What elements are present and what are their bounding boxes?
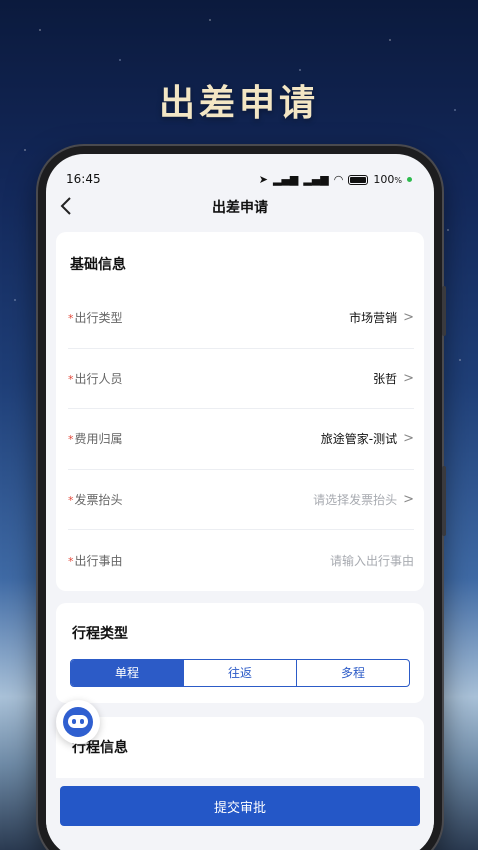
form-row-value[interactable]: 张哲 > <box>373 370 414 387</box>
status-time: 16:45 <box>66 172 101 186</box>
submit-approval-button[interactable]: 提交审批 <box>60 786 420 826</box>
trip-type-option[interactable]: 多程 <box>297 660 409 686</box>
wifi-icon: ◠ <box>333 173 344 186</box>
trip-type-card: 行程类型 单程 往返 多程 <box>56 602 424 703</box>
form-row[interactable]: *出行类型 市场营销 > <box>68 288 414 349</box>
phone-volume-button <box>442 286 446 336</box>
chevron-right-icon: > <box>403 491 414 507</box>
page-title: 出差申请 <box>212 200 268 216</box>
form-row[interactable]: *出行事由 请输入出行事由 <box>68 530 414 591</box>
form-row-label: *出行人员 <box>68 371 123 386</box>
basic-info-rows: *出行类型 市场营销 > *出行人员 张哲 > *费用归属 旅途管家-测试 > *发票抬头 请选择发… <box>68 288 414 591</box>
required-mark: * <box>68 372 74 386</box>
back-button[interactable] <box>60 196 72 221</box>
phone-screen: 16:45 ➤ ▂▄▆ ▂▄▆ ◠ 100% 出差申请 基础信息 *出行类型 市场… <box>46 154 434 850</box>
form-row-value[interactable]: 市场营销 > <box>349 309 414 326</box>
battery-level: 100% <box>373 173 402 186</box>
hero-title: 出差申请 <box>158 83 319 124</box>
signal-icon: ▂▄▆ <box>273 173 299 186</box>
basic-info-title: 基础信息 <box>70 257 126 273</box>
status-icons: ➤ ▂▄▆ ▂▄▆ ◠ 100% <box>259 173 412 186</box>
form-row-label: *发票抬头 <box>68 492 123 507</box>
required-mark: * <box>68 433 74 447</box>
basic-info-card: 基础信息 *出行类型 市场营销 > *出行人员 张哲 > *费用归属 旅途管家-测试 > *发票抬… <box>56 232 424 591</box>
submit-bar: 提交审批 <box>46 778 434 850</box>
form-row[interactable]: *发票抬头 请选择发票抬头 > <box>68 470 414 530</box>
form-row-label: *费用归属 <box>68 432 123 447</box>
form-row-label: *出行事由 <box>68 553 123 568</box>
battery-icon <box>348 174 369 185</box>
form-row-value[interactable]: 请选择发票抬头 > <box>313 491 414 508</box>
chevron-right-icon: > <box>403 431 414 447</box>
form-row-value[interactable]: 旅途管家-测试 > <box>321 430 414 447</box>
form-row-label: *出行类型 <box>68 311 123 326</box>
navigation-bar: 出差申请 <box>46 190 434 224</box>
required-mark: * <box>68 312 74 326</box>
chevron-right-icon: > <box>403 370 414 386</box>
chevron-left-icon <box>60 197 71 215</box>
phone-power-button <box>442 466 446 536</box>
form-row[interactable]: *出行人员 张哲 > <box>68 349 414 409</box>
trip-type-option[interactable]: 往返 <box>184 659 297 686</box>
location-icon: ➤ <box>258 173 268 186</box>
trip-type-segmented-control: 单程 往返 多程 <box>70 658 410 687</box>
form-row-value[interactable]: 请输入出行事由 <box>330 552 414 569</box>
assistant-button[interactable] <box>56 700 100 744</box>
phone-frame: 16:45 ➤ ▂▄▆ ▂▄▆ ◠ 100% 出差申请 基础信息 *出行类型 市场… <box>38 146 446 850</box>
trip-type-option[interactable]: 单程 <box>71 659 184 686</box>
trip-type-title: 行程类型 <box>72 625 128 642</box>
required-mark: * <box>68 554 74 568</box>
robot-assistant-icon <box>63 707 93 737</box>
chevron-right-icon: > <box>403 310 414 326</box>
trip-info-title: 行程信息 <box>72 739 128 756</box>
form-row[interactable]: *费用归属 旅途管家-测试 > <box>68 409 414 470</box>
status-bar: 16:45 ➤ ▂▄▆ ▂▄▆ ◠ 100% <box>46 154 434 190</box>
charging-dot-icon <box>407 177 412 182</box>
signal-icon-2: ▂▄▆ <box>303 173 329 186</box>
required-mark: * <box>68 493 74 507</box>
